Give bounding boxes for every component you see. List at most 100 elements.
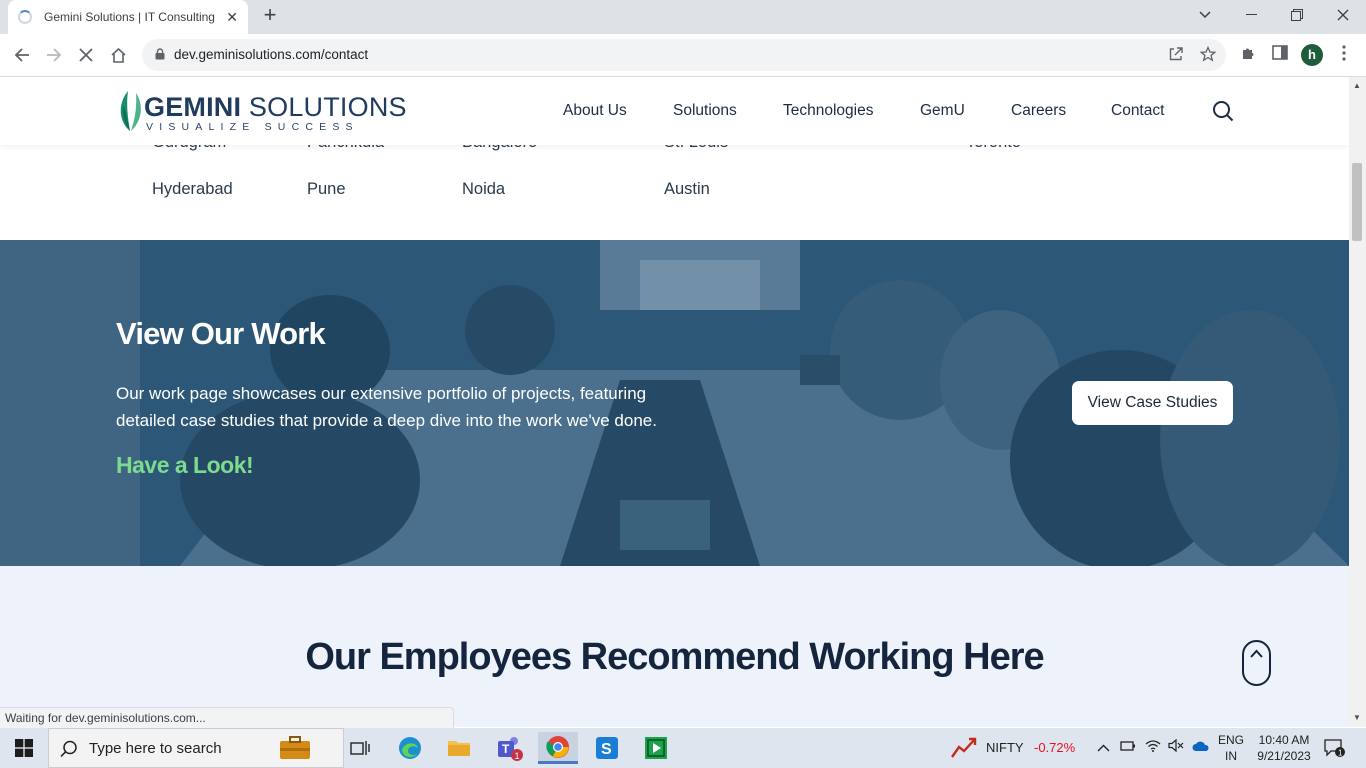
have-a-look-link[interactable]: Have a Look! — [116, 452, 254, 479]
svg-text:1: 1 — [1338, 749, 1343, 758]
task-view-button[interactable] — [340, 732, 380, 764]
stop-icon — [79, 48, 93, 62]
notification-center-button[interactable]: 1 — [1324, 738, 1346, 758]
location-hyderabad: Hyderabad — [152, 180, 233, 198]
taskbar-teams[interactable]: T 1 — [489, 732, 529, 764]
new-tab-button[interactable]: + — [258, 4, 282, 28]
search-icon[interactable] — [1212, 100, 1234, 122]
taskbar-edge[interactable] — [390, 732, 430, 764]
tab-title: Gemini Solutions | IT Consulting — [44, 10, 215, 24]
kebab-menu-icon — [1342, 45, 1346, 61]
nav-about-us[interactable]: About Us — [563, 102, 627, 120]
windows-logo-icon — [15, 739, 33, 757]
arrow-right-icon — [47, 48, 62, 62]
recommend-heading: Our Employees Recommend Working Here — [305, 636, 1044, 678]
clock-time: 10:40 AM — [1258, 733, 1310, 747]
stop-loading-button[interactable] — [73, 42, 99, 68]
profile-avatar[interactable]: h — [1301, 44, 1323, 66]
taskbar-chrome[interactable] — [538, 732, 578, 764]
logo-tagline: VISUALIZE SUCCESS — [146, 121, 359, 133]
gemini-logo[interactable]: GEMINI SOLUTIONS VISUALIZE SUCCESS — [116, 85, 407, 135]
minimize-button[interactable] — [1228, 0, 1274, 30]
nav-technologies[interactable]: Technologies — [783, 102, 873, 120]
volume-muted-icon[interactable] — [1168, 728, 1184, 768]
stock-name[interactable]: NIFTY — [986, 728, 1024, 768]
battery-icon[interactable] — [1120, 728, 1136, 768]
play-app-icon — [645, 737, 667, 759]
search-icon — [60, 740, 77, 758]
recommend-section: Our Employees Recommend Working Here — [0, 566, 1349, 727]
site-header: GEMINI SOLUTIONS VISUALIZE SUCCESS About… — [0, 77, 1349, 145]
view-our-work-section: View Our Work Our work page showcases ou… — [0, 240, 1349, 566]
close-window-button[interactable] — [1320, 0, 1366, 30]
browser-tab[interactable]: Gemini Solutions | IT Consulting ✕ — [8, 0, 248, 34]
tray-overflow-chevron-icon[interactable] — [1097, 728, 1110, 768]
nav-solutions[interactable]: Solutions — [673, 102, 737, 120]
minimize-icon — [1245, 14, 1257, 15]
close-icon — [1337, 9, 1349, 21]
address-bar[interactable]: dev.geminisolutions.com/contact — [142, 39, 1226, 71]
briefcase-icon — [280, 736, 310, 759]
restore-icon — [1291, 9, 1303, 21]
restore-button[interactable] — [1274, 0, 1320, 30]
taskbar-skype-app[interactable]: S — [587, 732, 627, 764]
nav-contact[interactable]: Contact — [1111, 102, 1164, 120]
back-button[interactable] — [9, 42, 35, 68]
location-noida: Noida — [462, 180, 506, 198]
scroll-to-top-button[interactable] — [1242, 640, 1271, 686]
leaf-logo-icon — [120, 91, 141, 131]
share-icon[interactable] — [1167, 46, 1185, 64]
forward-button[interactable] — [41, 42, 67, 68]
extensions-button[interactable] — [1237, 45, 1259, 67]
tab-close-icon[interactable]: ✕ — [226, 9, 238, 26]
stock-change: -0.72% — [1034, 740, 1076, 755]
svg-text:1: 1 — [515, 751, 520, 761]
location-austin: Austin — [664, 180, 710, 198]
view-case-studies-button[interactable]: View Case Studies — [1072, 381, 1233, 425]
system-clock[interactable]: 10:40 AM 9/21/2023 — [1254, 732, 1314, 764]
logo-wordmark: GEMINI SOLUTIONS — [144, 92, 407, 122]
work-heading: View Our Work — [116, 316, 326, 351]
taskbar-search-box[interactable]: Type here to search — [48, 728, 344, 768]
nav-gemu[interactable]: GemU — [920, 102, 965, 120]
notification-icon: 1 — [1324, 739, 1345, 758]
stock-chart-icon — [951, 737, 977, 758]
taskbar-search-placeholder: Type here to search — [89, 740, 222, 757]
chrome-icon — [546, 735, 569, 758]
browser-tabbar: Gemini Solutions | IT Consulting ✕ + — [0, 0, 1366, 34]
chrome-menu-button[interactable] — [1333, 45, 1355, 67]
browser-toolbar: dev.geminisolutions.com/contact — [0, 34, 1366, 77]
onedrive-cloud-icon[interactable] — [1192, 728, 1210, 768]
side-panel-icon — [1272, 45, 1288, 60]
input-language[interactable]: ENG IN — [1214, 732, 1248, 764]
home-icon — [110, 47, 126, 63]
work-description: Our work page showcases our extensive po… — [116, 384, 657, 430]
start-button[interactable] — [0, 728, 48, 768]
lock-icon — [155, 48, 165, 60]
puzzle-icon — [1242, 48, 1253, 59]
bookmark-star-icon[interactable] — [1199, 45, 1217, 64]
taskbar-media-app[interactable] — [636, 732, 676, 764]
url-text: dev.geminisolutions.com/contact — [174, 47, 369, 62]
home-button[interactable] — [105, 42, 131, 68]
windows-taskbar: Type here to search T 1 S NIFTY -0.72% E… — [0, 728, 1366, 768]
edge-icon — [399, 737, 421, 759]
chevron-up-icon — [1250, 645, 1263, 661]
page-scrollbar[interactable]: ▲ ▼ — [1349, 77, 1366, 727]
scroll-up-arrow-icon[interactable]: ▲ — [1353, 81, 1361, 90]
scroll-down-arrow-icon[interactable]: ▼ — [1353, 713, 1361, 722]
chevron-down-icon — [1199, 11, 1211, 19]
app-s-icon: S — [596, 737, 618, 759]
scrollbar-thumb[interactable] — [1352, 163, 1362, 241]
svg-text:T: T — [502, 742, 510, 756]
loading-spinner-icon — [18, 10, 32, 24]
nav-careers[interactable]: Careers — [1011, 102, 1066, 120]
browser-status-bubble: Waiting for dev.geminisolutions.com... — [0, 707, 454, 728]
taskbar-file-explorer[interactable] — [439, 732, 479, 764]
location-pune: Pune — [307, 180, 346, 198]
tab-search-button[interactable] — [1182, 0, 1228, 30]
arrow-left-icon — [14, 48, 29, 62]
wifi-icon[interactable] — [1145, 728, 1161, 768]
side-panel-button[interactable] — [1269, 45, 1291, 67]
folder-icon — [448, 741, 470, 756]
